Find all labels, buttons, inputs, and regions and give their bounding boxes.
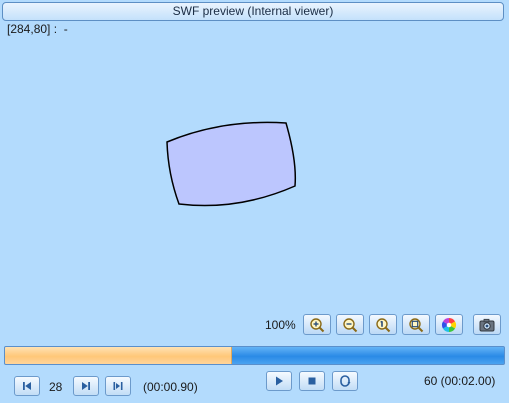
zoom-out-button[interactable] [336,314,364,335]
play-icon [276,376,283,386]
background-color-button[interactable] [435,314,463,335]
step-forward-icon [82,382,90,390]
stop-icon [308,377,316,385]
zoom-out-icon [343,317,358,332]
swf-preview-panel: SWF preview (Internal viewer) [284,80] :… [0,0,509,403]
zoom-level-label: 100% [265,318,296,332]
playback-progress-fill [5,347,233,364]
zoom-fit-icon [409,317,424,332]
total-frames-time-label: 60 (00:02.00) [424,374,496,388]
frame-select-icon [113,382,123,390]
current-time-label: (00:00.90) [143,380,198,394]
zoom-fit-button[interactable] [402,314,430,335]
current-frame-number: 28 [49,380,63,394]
first-frame-button[interactable] [14,376,40,396]
loop-button[interactable] [332,371,358,391]
stage-shape-path [166,121,297,207]
skip-back-icon [23,382,31,390]
zoom-actual-size-icon [376,317,391,332]
go-to-frame-button[interactable] [105,376,131,396]
zoom-in-button[interactable] [303,314,331,335]
playback-progress-bar[interactable] [4,346,505,365]
loop-icon [340,375,351,387]
camera-icon [479,318,495,331]
stage-shape [166,121,297,207]
coordinates-text: [284,80] : [7,22,58,36]
hovered-object-text: - [63,22,68,36]
snapshot-button[interactable] [473,314,501,335]
zoom-in-icon [310,317,325,332]
window-title: SWF preview (Internal viewer) [2,2,504,21]
cursor-coordinate-readout: [284,80] : - [7,22,68,36]
play-button[interactable] [266,371,292,391]
stop-button[interactable] [299,371,325,391]
next-frame-button[interactable] [73,376,99,396]
zoom-actual-size-button[interactable] [369,314,397,335]
color-wheel-icon [442,317,456,332]
